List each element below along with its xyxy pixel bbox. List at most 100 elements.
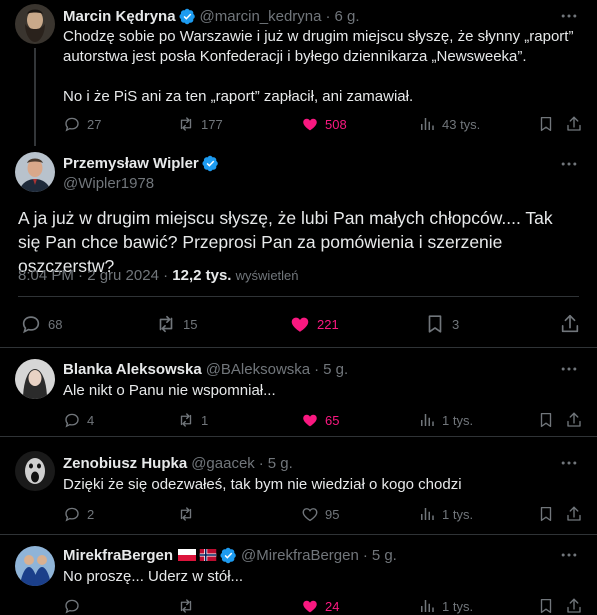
repost-icon [177,505,195,523]
bookmark-icon [537,411,555,429]
tweet-przemyslaw-wipler: Przemysław Wipler @Wipler1978 A ja już w… [0,146,597,347]
share-icon [565,505,583,523]
more-options-icon[interactable] [559,6,579,26]
heart-outline-icon [301,505,319,523]
heart-filled-icon [289,313,311,335]
views-button[interactable]: 1 tys. [418,596,473,615]
reply-button[interactable]: 27 [63,114,101,134]
post-time[interactable]: 5 g. [372,547,397,564]
bearded-man-avatar[interactable] [15,4,55,44]
repost-button[interactable] [177,596,201,615]
views-count: 43 tys. [442,116,481,132]
reply-count: 68 [48,316,63,332]
tweet-text: Chodzę sobie po Warszawie i już w drugim… [63,28,574,105]
repost-count: 15 [183,316,198,332]
post-time[interactable]: 6 g. [335,8,360,25]
separator-dot: · [258,454,264,472]
screaming-face-avatar[interactable] [15,451,55,491]
reply-button[interactable]: 4 [63,410,94,430]
reply-count: 2 [87,506,95,522]
separator-dot: · [163,267,169,284]
tweet-marcin-kedryna[interactable]: Marcin Kędryna @marcin_kedryna · 6 g. Ch… [0,0,597,146]
share-icon [565,411,583,429]
like-button[interactable]: 24 [301,596,339,615]
repost-button[interactable]: 177 [177,114,223,134]
share-icon [565,115,583,133]
verified-badge-icon [220,547,237,564]
more-options-icon[interactable] [559,545,579,565]
author-handle[interactable]: @gaacek [191,455,255,472]
heart-filled-icon [301,115,319,133]
woman-avatar[interactable] [15,359,55,399]
more-options-icon[interactable] [559,453,579,473]
bookmark-button[interactable] [537,410,561,430]
separator-dot: · [325,7,331,25]
views-count: 1 tys. [442,598,474,614]
post-timestamp[interactable]: 8:04 PM · 2 gru 2024 [18,267,159,284]
bookmark-icon [424,313,446,335]
reply-button[interactable]: 2 [63,504,94,524]
reply-icon [20,313,42,335]
share-button[interactable] [565,504,589,524]
more-options-icon[interactable] [559,154,579,174]
like-button[interactable]: 65 [301,410,339,430]
like-button[interactable]: 508 [301,114,347,134]
like-count: 65 [325,412,340,428]
share-button[interactable] [565,410,589,430]
tweet-blanka-aleksowska[interactable]: Blanka Aleksowska @BAleksowska · 5 g. Al… [0,348,597,435]
repost-button[interactable]: 15 [155,312,197,336]
author-handle[interactable]: @BAleksowska [206,361,310,378]
views-icon [418,597,436,615]
author-handle[interactable]: @marcin_kedryna [200,8,322,25]
two-people-avatar[interactable] [15,546,55,586]
polish-flag-icon [178,549,197,561]
views-button[interactable]: 1 tys. [418,410,473,430]
more-options-icon[interactable] [559,359,579,379]
bookmark-icon [537,505,555,523]
bookmark-count: 3 [452,316,460,332]
like-button[interactable]: 95 [301,504,339,524]
tweet-mirekfrabergen[interactable]: MirekfraBergen @MirekfraBergen · 5 g. No… [0,535,597,615]
man-avatar[interactable] [15,152,55,192]
reply-button[interactable] [63,596,87,615]
repost-icon [177,411,195,429]
post-time[interactable]: 5 g. [268,455,293,472]
reply-button[interactable]: 68 [20,312,62,336]
author-handle[interactable]: @Wipler1978 [63,175,154,192]
author-name[interactable]: Przemysław Wipler [63,155,199,172]
like-count: 95 [325,506,340,522]
author-name[interactable]: MirekfraBergen [63,547,173,564]
share-button[interactable] [565,596,589,615]
tweet-zenobiusz-hupka[interactable]: Zenobiusz Hupka @gaacek · 5 g. Dzięki że… [0,437,597,534]
bookmark-button[interactable] [537,596,561,615]
repost-button[interactable] [177,504,201,524]
separator-dot: · [362,546,368,564]
reply-count: 4 [87,412,95,428]
divider [18,296,579,297]
separator-dot: · [314,360,320,378]
repost-button[interactable]: 1 [177,410,208,430]
bookmark-button[interactable] [537,114,561,134]
share-button[interactable] [559,312,587,336]
repost-icon [155,313,177,335]
share-icon [565,597,583,615]
verified-badge-icon [179,8,196,25]
verified-badge-icon [202,155,219,172]
views-button[interactable]: 1 tys. [418,504,473,524]
author-name[interactable]: Zenobiusz Hupka [63,455,187,472]
views-label: wyświetleń [235,268,299,283]
like-button[interactable]: 221 [289,312,339,336]
post-time[interactable]: 5 g. [323,361,348,378]
repost-count: 1 [201,412,209,428]
bookmark-icon [537,597,555,615]
like-count: 221 [317,316,339,332]
author-handle[interactable]: @MirekfraBergen [241,547,359,564]
author-name[interactable]: Blanka Aleksowska [63,361,202,378]
views-count: 1 tys. [442,412,474,428]
bookmark-button[interactable] [537,504,561,524]
author-name[interactable]: Marcin Kędryna [63,8,176,25]
bookmark-button[interactable]: 3 [424,312,459,336]
share-button[interactable] [565,114,589,134]
views-button[interactable]: 43 tys. [418,114,480,134]
tweet-text: No proszę... Uderz w stół... [63,568,244,585]
